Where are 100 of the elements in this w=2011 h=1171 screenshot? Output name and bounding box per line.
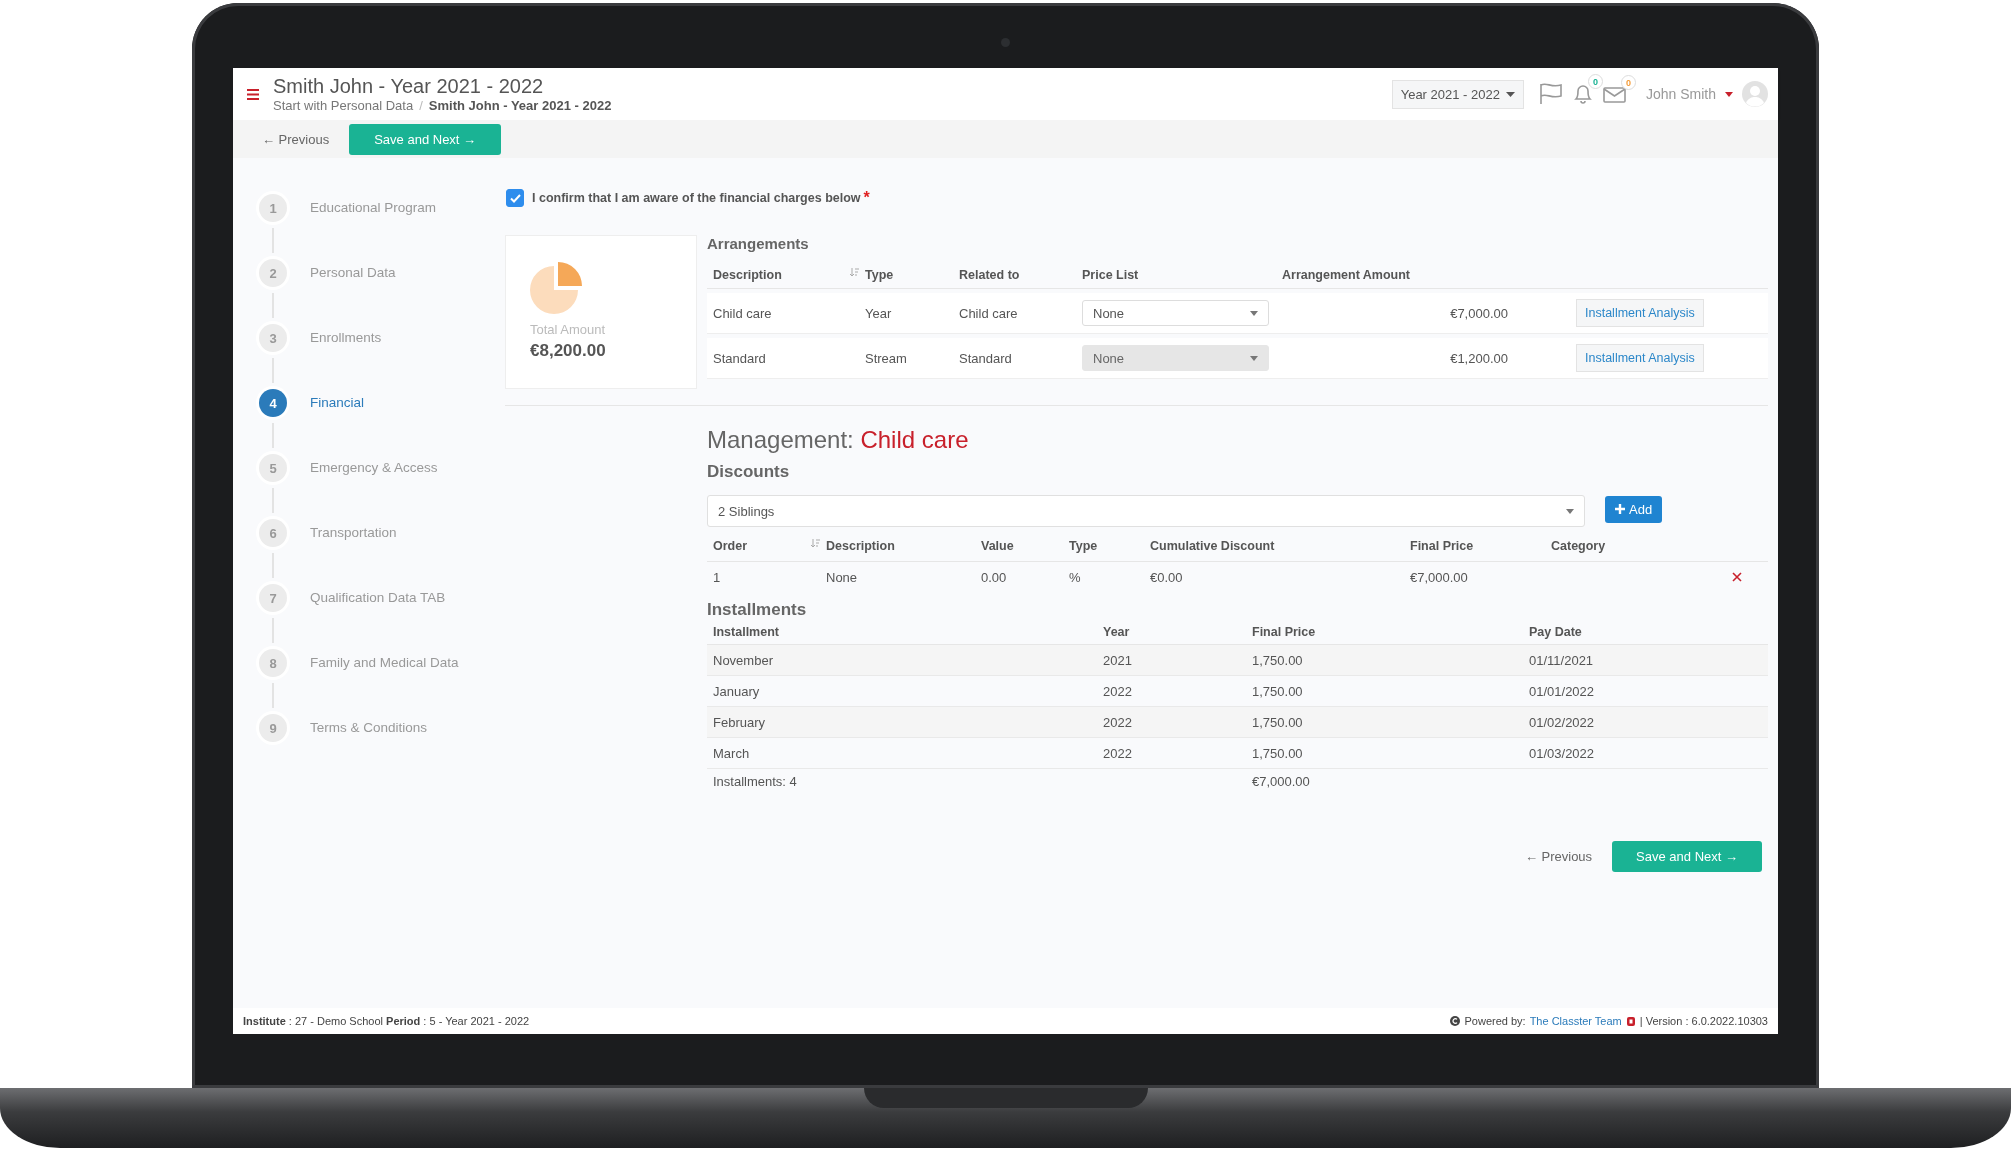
- management-label: Management:: [707, 426, 854, 453]
- table-cell-text: 2021: [1103, 652, 1133, 668]
- caret-icon[interactable]: [1725, 91, 1733, 97]
- column-header[interactable]: Type: [865, 268, 894, 282]
- step-number[interactable]: 3: [259, 324, 287, 352]
- step-number[interactable]: 1: [259, 194, 287, 222]
- column-header[interactable]: Arrangement Amount: [1282, 268, 1410, 282]
- notification-count: 0: [1587, 74, 1603, 89]
- breadcrumb-link[interactable]: Start with Personal Data: [273, 98, 414, 113]
- table-cell-text: Year: [865, 305, 893, 321]
- column-header: Installment: [713, 625, 779, 639]
- column-header[interactable]: Value: [981, 539, 1014, 553]
- menu-icon[interactable]: [247, 88, 259, 100]
- installment-total: €7,000.00: [1252, 773, 1311, 789]
- flag-icon[interactable]: [1538, 83, 1563, 105]
- step-number[interactable]: 4: [259, 389, 287, 417]
- step-label[interactable]: Educational Program: [310, 194, 437, 222]
- step-label[interactable]: Terms & Conditions: [310, 714, 428, 742]
- table-cell-text: 01/01/2022: [1529, 683, 1596, 699]
- checkmark-icon: [509, 193, 521, 203]
- discount-dropdown[interactable]: 2 Siblings: [707, 495, 1585, 527]
- column-header[interactable]: Type: [1069, 539, 1098, 553]
- table-cell-text: %: [1069, 569, 1082, 585]
- step-number[interactable]: 2: [259, 259, 287, 287]
- step-label[interactable]: Transportation: [310, 519, 397, 547]
- logo-icon: [1625, 1015, 1636, 1027]
- required-mark: *: [863, 189, 870, 207]
- checkbox[interactable]: [506, 189, 524, 207]
- column-header[interactable]: Related to: [959, 268, 1020, 282]
- column-header: Pay Date: [1529, 625, 1582, 639]
- bell-icon[interactable]: [1571, 83, 1594, 105]
- step-label[interactable]: Financial: [310, 389, 365, 417]
- pie-chart-icon: [530, 262, 582, 314]
- column-header[interactable]: Price List: [1082, 268, 1139, 282]
- step-number[interactable]: 5: [259, 454, 287, 482]
- table-cell-text: Stream: [865, 350, 908, 366]
- previous-button[interactable]: ← Previous: [1520, 845, 1597, 868]
- page-title: Smith John - Year 2021 - 2022: [273, 75, 545, 98]
- user-name[interactable]: John Smith: [1645, 86, 1716, 102]
- save-next-button[interactable]: Save and Next →: [349, 123, 502, 155]
- table-cell-text: 1,750.00: [1252, 745, 1304, 761]
- table-cell-text: Child care: [959, 305, 1019, 321]
- column-header[interactable]: Final Price: [1410, 539, 1474, 553]
- confirm-label: I confirm that I am aware of the financial charges below: [532, 191, 861, 205]
- sort-icon[interactable]: [850, 268, 859, 277]
- team-link[interactable]: The Classter Team: [1529, 1015, 1622, 1027]
- table-cell-text: 1: [713, 569, 722, 585]
- plus-icon: [1615, 504, 1625, 514]
- table-cell: €1,200.00: [1450, 351, 1508, 366]
- table-cell-text: February: [713, 714, 767, 730]
- column-header[interactable]: Order: [713, 539, 748, 553]
- year-dropdown[interactable]: Year 2021 - 2022: [1391, 79, 1524, 109]
- table-cell-text: 1,750.00: [1252, 652, 1304, 668]
- close-icon[interactable]: [1732, 572, 1742, 582]
- caret-icon: [1250, 310, 1258, 316]
- column-header[interactable]: Description: [713, 268, 782, 282]
- step-label[interactable]: Enrollments: [310, 324, 382, 352]
- save-next-button[interactable]: Save and Next →: [1612, 841, 1762, 872]
- price-list-dropdown[interactable]: None: [1082, 300, 1269, 326]
- step-label[interactable]: Emergency & Access: [310, 454, 438, 482]
- table-cell-text: January: [713, 683, 761, 699]
- step-label[interactable]: Qualification Data TAB: [310, 584, 446, 612]
- table-cell-text: None: [826, 569, 859, 585]
- message-count: 0: [1620, 75, 1636, 90]
- table-cell-text: 1,750.00: [1252, 683, 1304, 699]
- section-title: Discounts: [707, 462, 791, 482]
- previous-button[interactable]: ← Previous: [258, 127, 334, 151]
- step-number[interactable]: 6: [259, 519, 287, 547]
- step-label[interactable]: Personal Data: [310, 259, 396, 287]
- section-title: Arrangements: [707, 235, 810, 252]
- table-cell-text: €7,000.00: [1410, 569, 1469, 585]
- table-cell-text: 01/02/2022: [1529, 714, 1596, 730]
- step-number[interactable]: 7: [259, 584, 287, 612]
- institute-info: Institute : 27 - Demo School Period : 5 - Year 2021 - 2022: [243, 1015, 530, 1027]
- copyright-icon: [1450, 1016, 1461, 1026]
- table-cell-text: 2022: [1103, 714, 1133, 730]
- table-cell: €7,000.00: [1450, 306, 1508, 321]
- column-header[interactable]: Cumulative Discount: [1150, 539, 1275, 553]
- table-cell-text: €0.00: [1150, 569, 1184, 585]
- step-number[interactable]: 8: [259, 649, 287, 677]
- step-label[interactable]: Family and Medical Data: [310, 649, 459, 677]
- table-cell-text: March: [713, 745, 751, 761]
- caret-icon: [1250, 355, 1258, 361]
- step-number[interactable]: 9: [259, 714, 287, 742]
- column-header[interactable]: Category: [1551, 539, 1606, 553]
- table-cell-text: Child care: [713, 305, 773, 321]
- envelope-icon[interactable]: [1602, 84, 1627, 104]
- section-title: Installments: [707, 600, 808, 620]
- installment-analysis-button[interactable]: Installment Analysis: [1576, 299, 1704, 327]
- management-subject: Child care: [860, 426, 969, 453]
- total-value: €8,200.00: [530, 341, 607, 361]
- column-header[interactable]: Description: [826, 539, 895, 553]
- breadcrumb-current: Smith John - Year 2021 - 2022: [428, 98, 612, 113]
- version-label: | Version : 6.0.2022.10303: [1639, 1015, 1768, 1027]
- table-cell-text: 01/03/2022: [1529, 745, 1596, 761]
- table-cell-text: November: [713, 652, 774, 668]
- table-cell-text: 2022: [1103, 745, 1133, 761]
- add-button[interactable]: Add: [1605, 495, 1663, 523]
- installment-count: Installments: 4: [713, 773, 798, 789]
- sort-icon[interactable]: [811, 539, 820, 548]
